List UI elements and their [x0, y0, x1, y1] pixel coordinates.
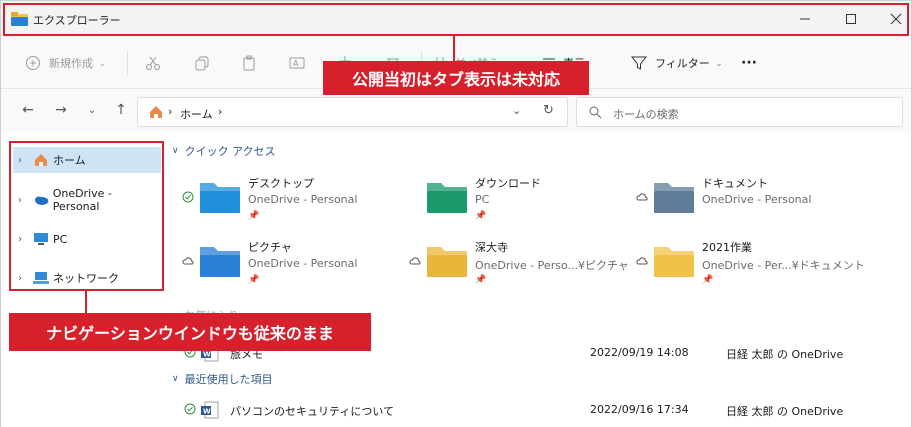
quick-access-tile[interactable]: デスクトップ OneDrive - Personal 📌 [182, 173, 402, 225]
folder-icon [427, 183, 467, 213]
recent-locations-button[interactable]: ⌄ [83, 101, 101, 119]
section-title: 最近使用した項目 [184, 373, 273, 386]
chevron-down-icon: ⌄ [99, 58, 106, 68]
tile-name: デスクトップ [248, 177, 314, 190]
breadcrumb-separator: › [218, 105, 223, 118]
folder-icon [427, 247, 467, 277]
callout-connector [453, 35, 455, 63]
paste-icon [243, 55, 255, 71]
new-button[interactable]: 新規作成 ⌄ [25, 50, 106, 76]
breadcrumb-separator: › [168, 105, 173, 118]
filter-icon [631, 56, 647, 70]
navpane-highlight-box [9, 141, 164, 291]
address-row: ← → ⌄ ↑ › ホーム › ⌄ ↻ ホームの検索 [1, 89, 911, 133]
file-date: 2022/09/19 14:08 [590, 346, 689, 359]
word-document-icon: W [201, 401, 219, 419]
refresh-icon[interactable]: ↻ [543, 103, 554, 118]
scissors-icon [146, 56, 160, 70]
toolbar-divider [127, 51, 128, 75]
rename-button[interactable]: A [289, 50, 305, 76]
tile-location: PC [475, 193, 490, 206]
search-placeholder: ホームの検索 [613, 108, 679, 121]
forward-button[interactable]: → [52, 101, 70, 119]
folder-icon [200, 247, 240, 277]
chevron-down-icon: ∨ [172, 146, 179, 156]
list-item[interactable]: W パソコンのセキュリティについて 2022/09/16 17:34 日経 太郎… [184, 399, 884, 421]
pin-icon: 📌 [475, 211, 487, 221]
back-button[interactable]: ← [19, 101, 37, 119]
cloud-icon [636, 257, 648, 265]
home-icon [150, 106, 162, 118]
search-icon [589, 106, 602, 119]
rename-icon: A [289, 57, 305, 69]
section-title: クイック アクセス [184, 145, 276, 158]
chevron-down-icon: ⌄ [87, 104, 97, 116]
svg-text:W: W [203, 408, 211, 416]
tile-name: ダウンロード [475, 177, 541, 190]
arrow-left-icon: ← [22, 102, 34, 118]
pin-icon: 📌 [248, 211, 260, 221]
synced-icon [184, 403, 196, 415]
titlebar-highlight-box [3, 3, 909, 36]
tile-location: OneDrive - Personal [248, 257, 358, 270]
file-name: パソコンのセキュリティについて [230, 405, 395, 418]
chevron-down-icon[interactable]: ⌄ [512, 104, 521, 117]
file-location: 日経 太郎 の OneDrive [726, 405, 844, 418]
svg-text:A: A [293, 59, 299, 68]
tile-name: ピクチャ [248, 241, 292, 254]
chevron-down-icon: ⌄ [715, 58, 723, 68]
cloud-icon [182, 257, 194, 265]
navpane-callout: ナビゲーションウインドウも従来のまま [9, 313, 371, 351]
arrow-right-icon: → [55, 102, 67, 118]
more-options-button[interactable]: ··· [741, 50, 757, 76]
file-date: 2022/09/16 17:34 [590, 403, 689, 416]
quick-access-tile[interactable]: 深大寺 OneDrive - Perso...¥ピクチャ 📌 [409, 237, 629, 289]
up-button[interactable]: ↑ [112, 101, 130, 119]
filter-label: フィルター [655, 57, 710, 70]
folder-icon [654, 247, 694, 277]
file-location: 日経 太郎 の OneDrive [726, 348, 844, 361]
content-pane: ∨ クイック アクセス デスクトップ OneDrive - Personal 📌 ダウ… [164, 133, 911, 427]
pin-icon: 📌 [475, 275, 487, 285]
tile-location: OneDrive - Perso...¥ピクチャ [475, 259, 629, 272]
explorer-window: エクスプローラー 新規作成 ⌄ A フィルター ⌄ ··· ← → ⌄ ↑ › … [0, 0, 912, 427]
tile-location: OneDrive - Personal [248, 193, 358, 206]
svg-text:W: W [203, 351, 211, 359]
cut-button[interactable] [145, 50, 161, 76]
search-input[interactable]: ホームの検索 [576, 97, 903, 127]
recent-header[interactable]: ∨ 最近使用した項目 [172, 371, 273, 387]
copy-icon [195, 56, 209, 71]
arrow-up-icon: ↑ [115, 102, 127, 118]
folder-icon [200, 183, 240, 213]
quick-access-header[interactable]: ∨ クイック アクセス [172, 143, 276, 159]
tile-name: 2021作業 [702, 241, 752, 254]
synced-icon [182, 191, 194, 203]
tile-location: OneDrive - Personal [702, 193, 812, 206]
breadcrumb-home[interactable]: ホーム [180, 106, 213, 122]
tile-name: ドキュメント [702, 177, 768, 190]
cloud-icon [636, 193, 648, 201]
pin-icon: 📌 [248, 275, 260, 285]
quick-access-tile[interactable]: 2021作業 OneDrive - Per...¥ドキュメント 📌 [636, 237, 865, 289]
chevron-down-icon: ∨ [172, 374, 179, 384]
address-bar[interactable]: › ホーム › ⌄ ↻ [137, 97, 568, 127]
new-label: 新規作成 [49, 57, 93, 70]
copy-button[interactable] [194, 50, 210, 76]
cloud-icon [409, 257, 421, 265]
tabs-callout: 公開当初はタブ表示は未対応 [323, 61, 589, 95]
quick-access-tile[interactable]: ドキュメント OneDrive - Personal [636, 173, 856, 225]
paste-button[interactable] [241, 50, 257, 76]
plus-circle-icon [26, 56, 40, 70]
tile-location: OneDrive - Per...¥ドキュメント [702, 259, 865, 272]
tile-name: 深大寺 [475, 241, 508, 254]
filter-button[interactable]: フィルター ⌄ [631, 50, 722, 76]
pin-icon: 📌 [702, 275, 714, 285]
folder-icon [654, 183, 694, 213]
quick-access-tile[interactable]: ピクチャ OneDrive - Personal 📌 [182, 237, 402, 289]
callout-connector [85, 290, 87, 314]
quick-access-tile[interactable]: ダウンロード PC 📌 [409, 173, 629, 225]
